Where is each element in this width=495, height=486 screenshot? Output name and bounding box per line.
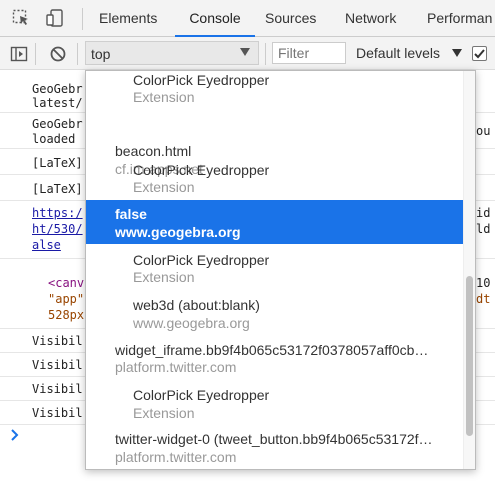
log-line: [LaTeX] xyxy=(32,182,83,196)
context-option-title: twitter-widget-0 (tweet_button.bb9f4b065… xyxy=(115,431,433,447)
tab-console[interactable]: Console xyxy=(175,0,255,37)
clear-console-icon[interactable] xyxy=(49,45,67,63)
prompt-chevron-icon[interactable] xyxy=(10,428,20,442)
context-option-title: ColorPick Eyedropper xyxy=(133,387,270,403)
chevron-down-icon xyxy=(240,48,250,56)
log-link[interactable]: https:/ xyxy=(32,206,83,220)
context-option[interactable]: web3d (about:blank) www.geogebra.org xyxy=(86,291,464,335)
tab-sources[interactable]: Sources xyxy=(265,0,316,37)
context-option-subtitle: Extension xyxy=(133,269,195,285)
log-element-attr: 528px xyxy=(48,308,85,322)
log-line: Visibil xyxy=(32,382,83,396)
console-toolbar: top Default levels xyxy=(0,37,495,70)
context-option[interactable]: ColorPick Eyedropper Extension xyxy=(86,71,464,111)
log-element-tag[interactable]: <canv xyxy=(48,276,84,290)
toolbar-divider xyxy=(35,43,36,65)
context-dropdown: ColorPick Eyedropper Extension beacon.ht… xyxy=(85,70,476,470)
device-toolbar-icon[interactable] xyxy=(46,9,64,27)
context-option-subtitle: Extension xyxy=(133,179,195,195)
log-line: Visibil xyxy=(32,406,83,420)
devtools-tabbar: Elements Console Sources Network Perform… xyxy=(0,0,495,37)
dropdown-scrollbar-track[interactable] xyxy=(463,71,475,469)
context-option[interactable]: widget_iframe.bb9f4b065c53172f0378057aff… xyxy=(86,335,464,381)
context-option-title: false xyxy=(115,206,147,222)
context-option-title: ColorPick Eyedropper xyxy=(133,252,270,268)
log-element-attr: "app" xyxy=(48,292,85,306)
context-option-selected[interactable]: false www.geogebra.org xyxy=(86,200,464,244)
log-line-right: ld xyxy=(476,222,491,236)
log-line: Visibil xyxy=(32,334,83,348)
log-line-right: 10 xyxy=(476,276,491,290)
filter-input[interactable] xyxy=(272,42,346,64)
context-option[interactable]: ColorPick Eyedropper Extension xyxy=(86,245,464,291)
log-link[interactable]: ht/530/ xyxy=(32,222,83,236)
context-option-subtitle: platform.twitter.com xyxy=(115,359,237,375)
log-line-right: id xyxy=(476,206,491,220)
context-option-subtitle: Extension xyxy=(133,405,195,421)
context-option-subtitle: Extension xyxy=(133,89,195,105)
log-line: latest/ xyxy=(32,96,83,110)
context-selector[interactable]: top xyxy=(85,41,259,65)
log-line-right: dt xyxy=(476,292,491,306)
context-option-subtitle: www.geogebra.org xyxy=(133,315,250,331)
context-option-title: widget_iframe.bb9f4b065c53172f0378057aff… xyxy=(115,342,429,358)
context-option-subtitle: www.geogebra.org xyxy=(115,224,241,240)
context-option-title: ColorPick Eyedropper xyxy=(133,72,270,88)
context-option-title: web3d (about:blank) xyxy=(133,297,260,313)
context-option-title: ColorPick Eyedropper xyxy=(133,162,270,178)
context-option[interactable]: ColorPick Eyedropper Extension xyxy=(86,157,464,203)
toolbar-divider xyxy=(82,8,83,30)
checkmark-icon xyxy=(474,49,485,59)
context-option[interactable]: ColorPick Eyedropper Extension xyxy=(86,381,464,425)
show-sidebar-icon[interactable] xyxy=(10,45,28,63)
tab-performance[interactable]: Performan xyxy=(427,0,492,37)
log-line: GeoGebr xyxy=(32,117,83,131)
log-line: loaded xyxy=(32,132,76,146)
tab-network[interactable]: Network xyxy=(345,0,396,37)
log-link[interactable]: alse xyxy=(32,238,61,252)
log-line-right: ou xyxy=(476,124,491,138)
dropdown-scrollbar-thumb[interactable] xyxy=(466,276,473,436)
context-selector-value: top xyxy=(91,46,111,62)
log-levels-dropdown[interactable]: Default levels xyxy=(356,45,440,61)
log-line: Visibil xyxy=(32,358,83,372)
inspect-element-icon[interactable] xyxy=(12,9,30,27)
log-line: [LaTeX] xyxy=(32,156,83,170)
chevron-down-icon[interactable] xyxy=(452,49,462,57)
group-similar-checkbox[interactable] xyxy=(472,46,487,61)
context-option-subtitle: platform.twitter.com xyxy=(115,449,237,465)
context-option[interactable]: twitter-widget-0 (tweet_button.bb9f4b065… xyxy=(86,425,464,469)
toolbar-divider xyxy=(77,43,78,65)
tab-elements[interactable]: Elements xyxy=(99,0,157,37)
log-line: GeoGebr xyxy=(32,82,83,96)
toolbar-divider xyxy=(265,43,266,65)
